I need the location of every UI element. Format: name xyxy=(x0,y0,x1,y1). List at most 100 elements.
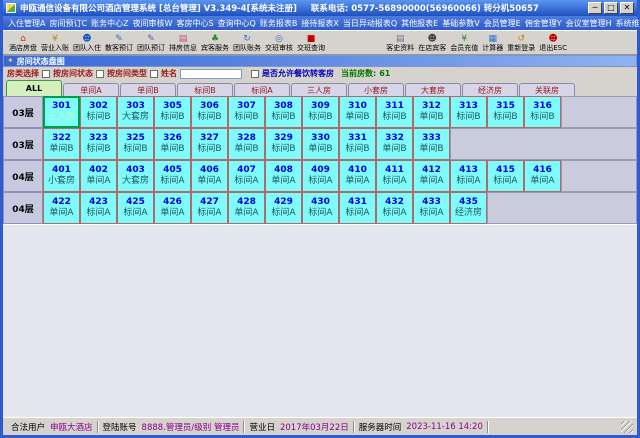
room-cell[interactable]: 428单间A xyxy=(228,192,265,224)
room-cell[interactable]: 313标间B xyxy=(450,96,487,128)
toolbar-button-inhouse-guest[interactable]: ☻在店宾客 xyxy=(416,34,448,52)
tab-room-type-4[interactable]: 标间A xyxy=(234,83,290,96)
room-cell[interactable]: 409标间A xyxy=(302,160,339,192)
close-button[interactable]: ✕ xyxy=(620,2,634,14)
room-cell[interactable]: 413标间A xyxy=(450,160,487,192)
toolbar-button-group-booking[interactable]: ✎团队预订 xyxy=(135,34,167,52)
toolbar-button-room-assign[interactable]: ▤排房信息 xyxy=(167,34,199,52)
room-cell[interactable]: 333单间B xyxy=(413,128,450,160)
room-cell[interactable]: 430标间A xyxy=(302,192,339,224)
resize-grip[interactable] xyxy=(621,421,633,433)
toolbar-button-relogin[interactable]: ↺重新登录 xyxy=(505,34,537,52)
toolbar-button-cash-in[interactable]: ¥营业入账 xyxy=(39,34,71,52)
toolbar-button-guest-history[interactable]: ▤客史资料 xyxy=(384,34,416,52)
room-cell[interactable]: 329标间B xyxy=(265,128,302,160)
room-cell[interactable]: 435经济房 xyxy=(450,192,487,224)
room-cell[interactable]: 326单间B xyxy=(154,128,191,160)
room-cell[interactable]: 425标间A xyxy=(117,192,154,224)
menu-item-8[interactable]: 当日异动报表Q xyxy=(343,18,397,29)
menu-item-9[interactable]: 其他报表E xyxy=(401,18,438,29)
room-cell[interactable]: 325标间B xyxy=(117,128,154,160)
room-cell[interactable]: 309标间B xyxy=(302,96,339,128)
room-cell[interactable]: 401小套房 xyxy=(43,160,80,192)
guest-name-input[interactable] xyxy=(180,69,242,79)
menu-item-13[interactable]: 会议室管理H xyxy=(566,18,612,29)
maximize-button[interactable]: □ xyxy=(604,2,618,14)
menu-item-4[interactable]: 客房中心S xyxy=(176,18,213,29)
menu-item-14[interactable]: 系统维护B xyxy=(616,18,640,29)
room-cell[interactable]: 405标间A xyxy=(154,160,191,192)
toolbar-button-calculator[interactable]: ▦计算器 xyxy=(480,34,505,52)
room-cell[interactable]: 310单间B xyxy=(339,96,376,128)
tab-room-type-3[interactable]: 标间B xyxy=(177,83,233,96)
tab-room-type-5[interactable]: 三人房 xyxy=(291,83,347,96)
tab-room-type-9[interactable]: 关联房 xyxy=(519,83,575,96)
room-cell[interactable]: 412单间A xyxy=(413,160,450,192)
room-cell[interactable]: 301三人房 xyxy=(43,96,80,128)
menu-item-1[interactable]: 房间预订C xyxy=(49,18,87,29)
room-cell[interactable]: 305标间B xyxy=(154,96,191,128)
tab-room-type-6[interactable]: 小套房 xyxy=(348,83,404,96)
toolbar-button-shift-query[interactable]: ■交班查询 xyxy=(295,34,327,52)
room-cell[interactable]: 328单间B xyxy=(228,128,265,160)
room-cell[interactable]: 431标间A xyxy=(339,192,376,224)
menu-item-6[interactable]: 账务报表B xyxy=(260,18,298,29)
room-cell[interactable]: 327标间B xyxy=(191,128,228,160)
room-cell[interactable]: 406单间A xyxy=(191,160,228,192)
room-cell[interactable]: 307标间B xyxy=(228,96,265,128)
room-cell[interactable]: 416单间A xyxy=(524,160,561,192)
minimize-button[interactable]: ─ xyxy=(588,2,602,14)
room-cell[interactable]: 415标间A xyxy=(487,160,524,192)
room-cell[interactable]: 422单间A xyxy=(43,192,80,224)
menu-item-10[interactable]: 基础参数V xyxy=(442,18,479,29)
toolbar-button-exit[interactable]: ☻退出ESC xyxy=(537,34,569,52)
toolbar-button-group-billing[interactable]: ↻团队账务 xyxy=(231,34,263,52)
room-cell[interactable]: 427标间A xyxy=(191,192,228,224)
room-cell[interactable]: 311标间B xyxy=(376,96,413,128)
room-cell[interactable]: 303大套房 xyxy=(117,96,154,128)
by-type-checkbox[interactable] xyxy=(96,70,104,78)
by-status-checkbox[interactable] xyxy=(42,70,50,78)
allow-transfer-checkbox[interactable] xyxy=(251,70,259,78)
room-cell[interactable]: 332单间B xyxy=(376,128,413,160)
tab-room-type-2[interactable]: 单间B xyxy=(120,83,176,96)
room-cell[interactable]: 331标间B xyxy=(339,128,376,160)
tab-room-type-1[interactable]: 单间A xyxy=(63,83,119,96)
room-cell[interactable]: 426单间A xyxy=(154,192,191,224)
menu-item-11[interactable]: 会员管理E xyxy=(484,18,521,29)
menu-item-2[interactable]: 账务中心Z xyxy=(91,18,128,29)
room-cell[interactable]: 433标间A xyxy=(413,192,450,224)
toolbar-button-shift-audit[interactable]: ◎交班审核 xyxy=(263,34,295,52)
toolbar-button-member-recharge[interactable]: ¥会员充值 xyxy=(448,34,480,52)
menu-item-7[interactable]: 接待报表X xyxy=(301,18,338,29)
tab-room-type-0[interactable]: ALL xyxy=(6,80,62,96)
toolbar-button-walkin-booking[interactable]: ✎散客预订 xyxy=(103,34,135,52)
room-cell[interactable]: 411标间A xyxy=(376,160,413,192)
room-cell[interactable]: 432标间A xyxy=(376,192,413,224)
room-cell[interactable]: 330单间B xyxy=(302,128,339,160)
room-cell[interactable]: 315标间B xyxy=(487,96,524,128)
room-cell[interactable]: 316标间B xyxy=(524,96,561,128)
name-checkbox[interactable] xyxy=(150,70,158,78)
room-cell[interactable]: 323标间B xyxy=(80,128,117,160)
room-cell[interactable]: 302标间B xyxy=(80,96,117,128)
room-cell[interactable]: 312单间B xyxy=(413,96,450,128)
menu-item-3[interactable]: 夜间审核W xyxy=(133,18,173,29)
toolbar-button-guest-service[interactable]: ♣宾客服务 xyxy=(199,34,231,52)
toolbar-button-hotel-rooms[interactable]: ⌂酒店房盘 xyxy=(7,34,39,52)
room-cell[interactable]: 410单间A xyxy=(339,160,376,192)
menu-item-5[interactable]: 查询中心Q xyxy=(218,18,256,29)
room-cell[interactable]: 322单间B xyxy=(43,128,80,160)
tab-room-type-8[interactable]: 经济房 xyxy=(462,83,518,96)
room-cell[interactable]: 429标间A xyxy=(265,192,302,224)
menu-item-0[interactable]: 入住管理A xyxy=(8,18,45,29)
room-cell[interactable]: 403大套房 xyxy=(117,160,154,192)
room-cell[interactable]: 306标间B xyxy=(191,96,228,128)
room-cell[interactable]: 407标间A xyxy=(228,160,265,192)
room-cell[interactable]: 408单间A xyxy=(265,160,302,192)
toolbar-button-group-checkin[interactable]: ☻团队入住 xyxy=(71,34,103,52)
room-cell[interactable]: 308标间B xyxy=(265,96,302,128)
room-cell[interactable]: 402单间A xyxy=(80,160,117,192)
menu-item-12[interactable]: 佣金管理Y xyxy=(525,18,562,29)
room-cell[interactable]: 423标间A xyxy=(80,192,117,224)
